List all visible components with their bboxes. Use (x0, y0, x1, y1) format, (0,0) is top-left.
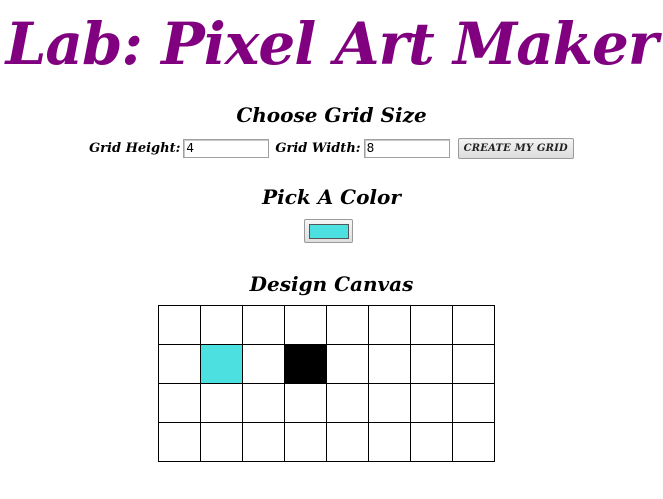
canvas-cell[interactable] (368, 383, 411, 423)
create-grid-button[interactable]: CREATE MY GRID (457, 137, 574, 159)
canvas-cell[interactable] (452, 422, 495, 462)
grid-width-input[interactable] (363, 138, 450, 158)
canvas-cell[interactable] (368, 344, 411, 384)
canvas-cell[interactable] (452, 305, 495, 345)
canvas-row (158, 383, 495, 423)
canvas-cell[interactable] (200, 422, 243, 462)
canvas-cell[interactable] (326, 344, 369, 384)
canvas-cell[interactable] (284, 383, 327, 423)
canvas-cell[interactable] (368, 422, 411, 462)
canvas-cell[interactable] (284, 422, 327, 462)
canvas-cell[interactable] (200, 305, 243, 345)
canvas-cell[interactable] (368, 305, 411, 345)
page-title: Lab: Pixel Art Maker (5, 10, 659, 78)
canvas-cell[interactable] (326, 422, 369, 462)
canvas-cell[interactable] (452, 344, 495, 384)
grid-height-label: Grid Height: (89, 140, 181, 156)
canvas-cell[interactable] (158, 305, 201, 345)
canvas-cell[interactable] (200, 383, 243, 423)
canvas-cell[interactable] (410, 344, 453, 384)
design-canvas-heading: Design Canvas (249, 272, 414, 296)
canvas-cell[interactable] (242, 383, 285, 423)
pixel-canvas (158, 305, 495, 462)
canvas-cell[interactable] (284, 305, 327, 345)
canvas-cell[interactable] (242, 422, 285, 462)
canvas-cell[interactable] (452, 383, 495, 423)
canvas-cell[interactable] (326, 383, 369, 423)
canvas-row (158, 305, 495, 345)
canvas-cell[interactable] (158, 344, 201, 384)
grid-size-heading: Choose Grid Size (236, 103, 427, 127)
pick-color-heading: Pick A Color (262, 185, 401, 209)
canvas-cell[interactable] (200, 344, 243, 384)
canvas-cell[interactable] (284, 344, 327, 384)
grid-size-form: Grid Height: Grid Width: CREATE MY GRID (0, 136, 663, 160)
canvas-cell[interactable] (326, 305, 369, 345)
canvas-cell[interactable] (242, 344, 285, 384)
grid-height-input[interactable] (183, 138, 270, 158)
grid-width-label: Grid Width: (275, 140, 361, 156)
canvas-cell[interactable] (158, 383, 201, 423)
canvas-cell[interactable] (410, 383, 453, 423)
canvas-cell[interactable] (410, 305, 453, 345)
canvas-cell[interactable] (158, 422, 201, 462)
color-swatch (308, 223, 349, 239)
canvas-cell[interactable] (410, 422, 453, 462)
canvas-row (158, 344, 495, 384)
canvas-row (158, 422, 495, 462)
canvas-cell[interactable] (242, 305, 285, 345)
color-picker[interactable] (304, 219, 353, 243)
